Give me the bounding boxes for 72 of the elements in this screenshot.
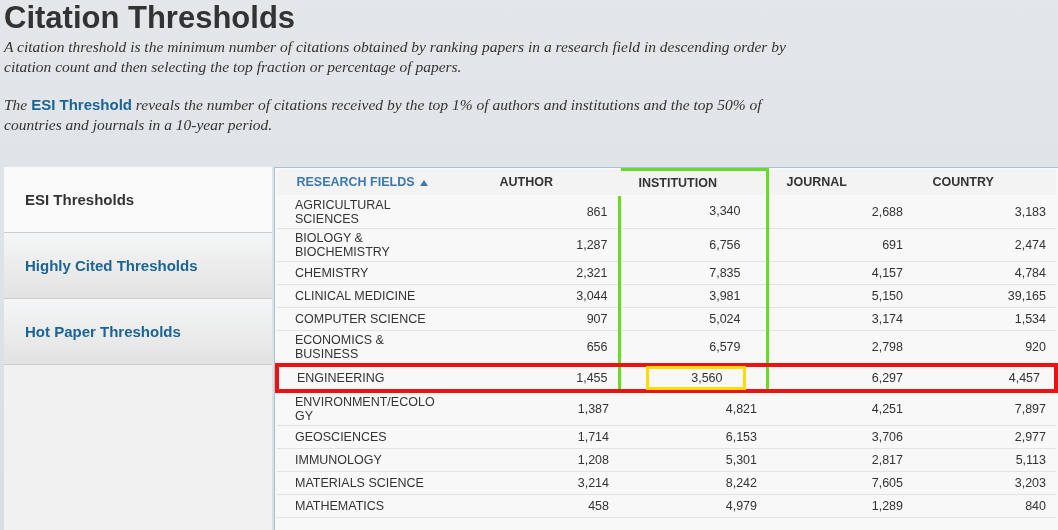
value-cell: 6,756	[619, 228, 767, 262]
sort-up-icon	[419, 179, 428, 186]
intro-paragraph: The ESI Threshold reveals the number of citations received by the top 1% of authors and institutions and the top 50% of countries and journals in a 10-year period.	[4, 95, 765, 135]
value-cell: 5,301	[619, 448, 767, 472]
value-cell: 4,979	[619, 494, 767, 518]
value-cell: 3,174	[767, 307, 913, 331]
value-cell: 1,714	[480, 425, 619, 449]
value-cell: 7,897	[913, 391, 1056, 426]
column-header: JOURNAL	[767, 169, 913, 195]
sidebar-tab[interactable]: ESI Thresholds	[4, 167, 272, 233]
value-cell: 3,203	[913, 471, 1056, 495]
value-cell: 861	[480, 194, 619, 229]
field-cell: ECONOMICS & BUSINESS	[277, 330, 480, 365]
field-cell: ENVIRONMENT/ECOLOGY	[277, 391, 480, 426]
value-cell: 3,044	[480, 284, 619, 308]
value-cell: 6,153	[619, 425, 767, 449]
value-cell: 2,798	[767, 330, 913, 365]
value-cell: 4,251	[767, 391, 913, 426]
value-cell: 6,579	[619, 330, 767, 365]
value-cell: 5,024	[619, 307, 767, 331]
field-cell: AGRICULTURAL SCIENCES	[277, 194, 480, 229]
value-cell: 4,784	[913, 261, 1056, 285]
value-cell: 656	[480, 330, 619, 365]
value-cell: 3,560	[619, 365, 767, 391]
value-cell: 1,534	[913, 307, 1056, 331]
value-cell: 8,242	[619, 471, 767, 495]
column-header[interactable]: RESEARCH FIELDS	[277, 169, 480, 195]
value-cell: 2,977	[913, 425, 1056, 449]
value-cell: 3,340	[619, 194, 767, 229]
value-cell: 4,457	[913, 365, 1056, 391]
column-header: INSTITUTION	[619, 169, 767, 195]
field-cell: COMPUTER SCIENCE	[277, 307, 480, 331]
column-header: AUTHOR	[480, 169, 619, 195]
value-cell: 3,214	[480, 471, 619, 495]
field-cell: ENGINEERING	[277, 365, 480, 391]
value-cell: 840	[913, 494, 1056, 518]
value-cell: 1,455	[480, 365, 619, 391]
value-cell: 6,297	[767, 365, 913, 391]
value-cell: 458	[480, 494, 619, 518]
field-cell: IMMUNOLOGY	[277, 448, 480, 472]
field-cell: BIOLOGY & BIOCHEMISTRY	[277, 228, 480, 262]
intro-paragraph: A citation threshold is the minimum number of citations obtained by ranking papers in a research field in descending order by citation count and then selecting the top fraction or percentage of papers.	[4, 37, 787, 77]
value-cell: 7,835	[619, 261, 767, 285]
value-cell: 1,387	[480, 391, 619, 426]
field-cell: MATHEMATICS	[277, 494, 480, 518]
field-cell: GEOSCIENCES	[277, 425, 480, 449]
value-cell: 2,817	[767, 448, 913, 472]
value-cell: 2,688	[767, 194, 913, 229]
value-cell: 5,113	[913, 448, 1056, 472]
value-cell: 2,474	[913, 228, 1056, 262]
value-cell: 4,821	[619, 391, 767, 426]
value-cell: 3,183	[913, 194, 1056, 229]
sidebar-tab[interactable]: Hot Paper Thresholds	[4, 299, 272, 365]
field-cell: MATERIALS SCIENCE	[277, 471, 480, 495]
value-cell: 1,289	[767, 494, 913, 518]
value-cell: 3,981	[619, 284, 767, 308]
value-cell: 7,605	[767, 471, 913, 495]
value-cell: 39,165	[913, 284, 1056, 308]
value-cell: 1,208	[480, 448, 619, 472]
value-cell: 907	[480, 307, 619, 331]
value-cell: 3,706	[767, 425, 913, 449]
field-cell: CLINICAL MEDICINE	[277, 284, 480, 308]
value-cell: 691	[767, 228, 913, 262]
field-cell: CHEMISTRY	[277, 261, 480, 285]
value-cell: 1,287	[480, 228, 619, 262]
value-cell: 5,150	[767, 284, 913, 308]
value-cell: 920	[913, 330, 1056, 365]
value-cell: 2,321	[480, 261, 619, 285]
value-cell: 4,157	[767, 261, 913, 285]
column-header: COUNTRY	[913, 169, 1056, 195]
page-title: Citation Thresholds	[4, 0, 297, 36]
sidebar-tab[interactable]: Highly Cited Thresholds	[4, 233, 272, 299]
